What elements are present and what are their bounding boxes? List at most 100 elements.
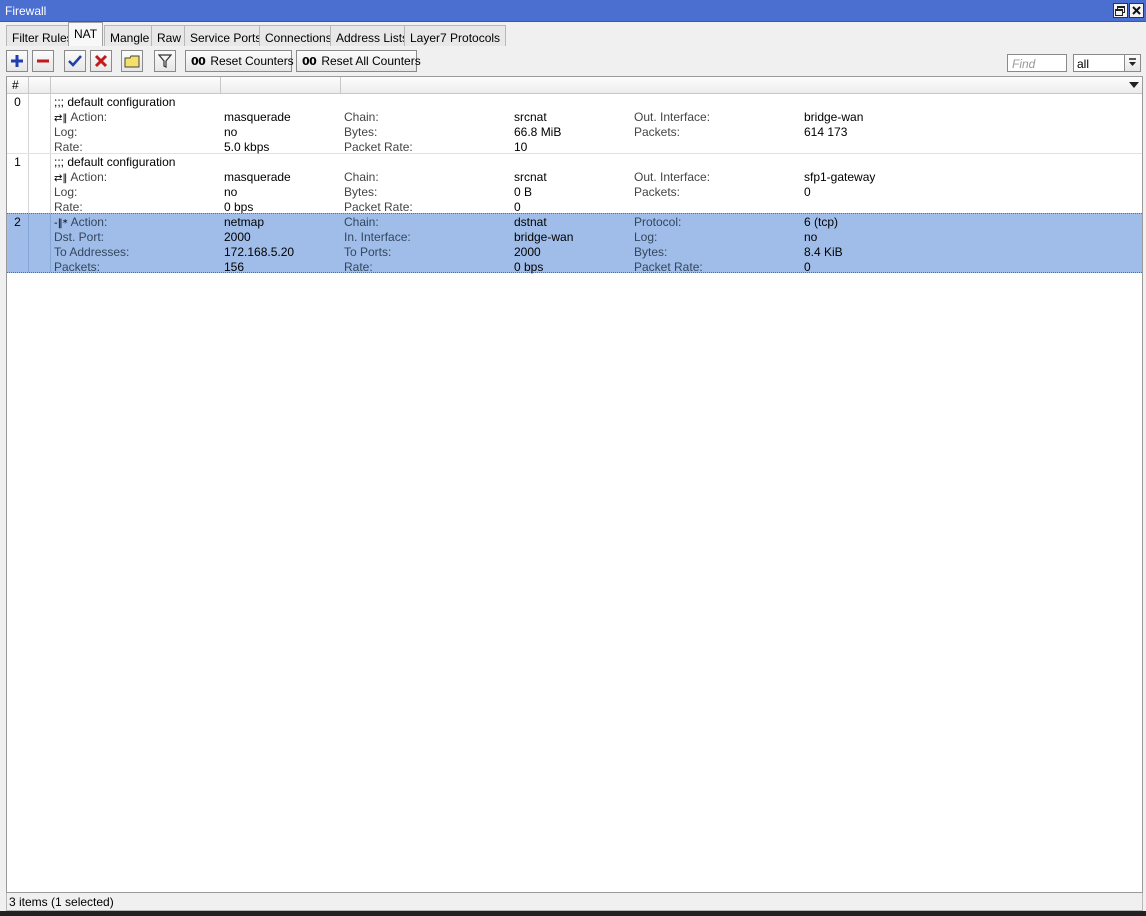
window-titlebar: Firewall	[0, 0, 1146, 22]
field-label: Bytes:	[634, 245, 668, 259]
restore-window-button[interactable]	[1113, 3, 1128, 18]
tab-service-ports[interactable]: Service Ports	[184, 25, 268, 46]
field-label: Bytes:	[344, 185, 378, 199]
remove-button[interactable]	[32, 50, 54, 72]
masquerade-action-icon: ⇄‖	[54, 113, 68, 124]
field-value: 0 B	[514, 185, 533, 199]
window-bottom-edge	[0, 911, 1146, 916]
field-value: 172.168.5.20	[224, 245, 295, 259]
field-label: Packets:	[634, 125, 681, 139]
column-header-2[interactable]	[221, 77, 341, 93]
filter-button[interactable]	[154, 50, 176, 72]
filter-select[interactable]: all	[1073, 54, 1141, 72]
row-number: 1	[7, 154, 29, 213]
enable-button[interactable]	[64, 50, 86, 72]
column-header-1[interactable]	[51, 77, 221, 93]
field-value: 0	[514, 200, 521, 214]
field-label: ⇄‖ Action:	[54, 170, 108, 184]
field-label: Log:	[54, 185, 78, 199]
field-label: Bytes:	[344, 125, 378, 139]
field-label: Dst. Port:	[54, 230, 105, 244]
x-icon	[94, 54, 108, 68]
field-value: masquerade	[224, 170, 291, 184]
field-label: Out. Interface:	[634, 110, 711, 124]
close-window-button[interactable]	[1129, 3, 1144, 18]
field-label: Packet Rate:	[344, 140, 413, 154]
field-value: 6 (tcp)	[804, 215, 839, 229]
column-header-number[interactable]: #	[7, 77, 29, 93]
field-value: 10	[514, 140, 528, 154]
field-value: 5.0 kbps	[224, 140, 270, 154]
reset-all-counters-label: Reset All Counters	[321, 54, 421, 68]
table-row[interactable]: 0 ;;; default configuration ⇄‖ Action: ma…	[7, 94, 1142, 154]
field-value: 0 bps	[514, 260, 544, 274]
chevron-down-icon	[1129, 58, 1136, 66]
reset-all-counters-button[interactable]: 00 Reset All Counters	[296, 50, 421, 72]
field-label: Protocol:	[634, 215, 682, 229]
tab-layer7-protocols[interactable]: Layer7 Protocols	[404, 25, 507, 46]
field-value: 8.4 KiB	[804, 245, 843, 259]
filter-funnel-icon	[158, 54, 172, 68]
table-row[interactable]: 1 ;;; default configuration ⇄‖ Action: ma…	[7, 154, 1142, 214]
row-comment: ;;; default configuration	[54, 95, 176, 109]
tab-address-lists[interactable]: Address Lists	[330, 25, 415, 46]
counter-icon: 00	[191, 54, 206, 68]
tab-raw[interactable]: Raw	[151, 25, 188, 46]
tab-bar: Filter Rules NAT Mangle Raw Service Port…	[0, 22, 1146, 46]
checkmark-icon	[68, 55, 82, 67]
columns-menu-arrow-icon[interactable]	[1129, 82, 1139, 88]
field-label: Packets:	[634, 185, 681, 199]
disable-button[interactable]	[90, 50, 112, 72]
table-header: #	[7, 77, 1142, 94]
field-value: 66.8 MiB	[514, 125, 562, 139]
table-row-selected[interactable]: 2 -‖* Action: netmap Chain: dstnat Protoc…	[7, 213, 1142, 274]
field-value: srcnat	[514, 170, 547, 184]
close-icon	[1132, 6, 1141, 15]
field-label: In. Interface:	[344, 230, 411, 244]
field-value: bridge-wan	[514, 230, 574, 244]
find-input[interactable]: Find	[1007, 54, 1067, 72]
field-value: no	[224, 185, 238, 199]
minus-icon	[37, 59, 49, 63]
field-label: Packet Rate:	[634, 260, 703, 274]
row-comment: ;;; default configuration	[54, 155, 176, 169]
row-number: 2	[7, 214, 29, 272]
window-title: Firewall	[5, 4, 47, 18]
field-value: bridge-wan	[804, 110, 864, 124]
dropdown-arrow-button[interactable]	[1124, 55, 1140, 71]
field-label: Chain:	[344, 170, 379, 184]
tab-nat[interactable]: NAT	[68, 22, 104, 46]
status-text: 3 items (1 selected)	[9, 895, 114, 909]
counter-icon: 00	[302, 54, 317, 68]
restore-icon-back	[1115, 9, 1123, 16]
netmap-action-icon: -‖*	[54, 218, 68, 229]
field-value: no	[224, 125, 238, 139]
row-flags	[29, 214, 51, 272]
field-label: To Ports:	[344, 245, 392, 259]
reset-counters-button[interactable]: 00 Reset Counters	[185, 50, 294, 72]
field-label: Rate:	[54, 200, 83, 214]
comment-button[interactable]	[121, 50, 143, 72]
field-label: Log:	[634, 230, 658, 244]
field-label: Packets:	[54, 260, 101, 274]
field-value: sfp1-gateway	[804, 170, 876, 184]
field-value: 0	[804, 185, 811, 199]
field-label: -‖* Action:	[54, 215, 108, 229]
field-value: 2000	[224, 230, 251, 244]
field-label: Rate:	[54, 140, 83, 154]
tab-connections[interactable]: Connections	[259, 25, 338, 46]
field-value: dstnat	[514, 215, 547, 229]
reset-counters-label: Reset Counters	[210, 54, 294, 68]
field-value: 614 173	[804, 125, 848, 139]
field-value: 0	[804, 260, 811, 274]
comment-note-icon	[124, 55, 140, 68]
field-value: 2000	[514, 245, 541, 259]
tab-mangle[interactable]: Mangle	[104, 25, 156, 46]
column-header-flags[interactable]	[29, 77, 51, 93]
field-label: Out. Interface:	[634, 170, 711, 184]
field-value: 156	[224, 260, 245, 274]
field-label: Packet Rate:	[344, 200, 413, 214]
field-label: Chain:	[344, 215, 379, 229]
toolbar: 00 Reset Counters 00 Reset All Counters	[0, 46, 1146, 76]
add-button[interactable]	[6, 50, 28, 72]
